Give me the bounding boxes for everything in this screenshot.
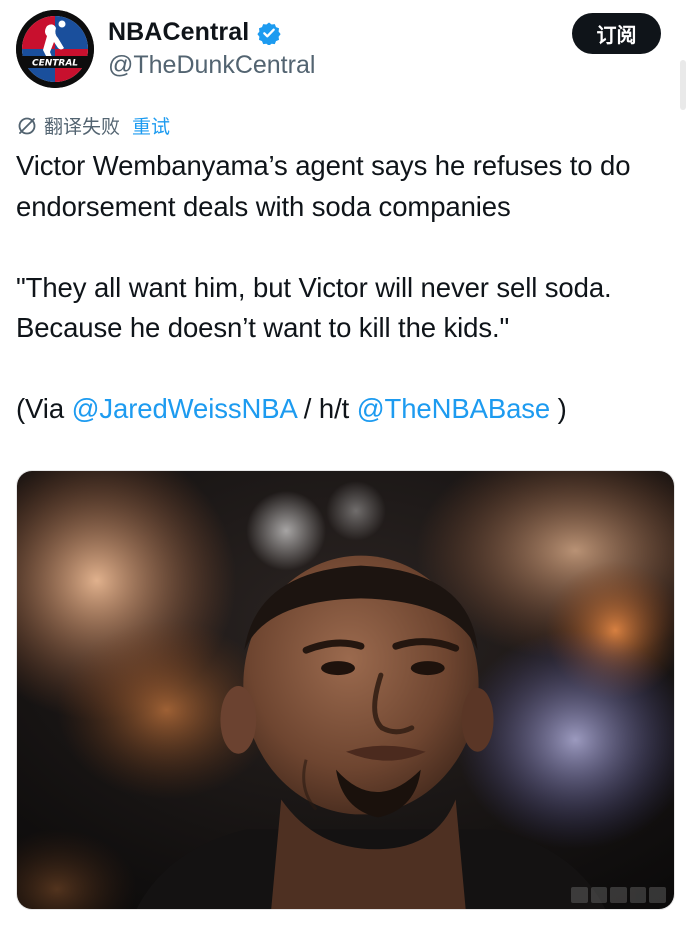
- nba-central-logo: CENTRAL: [16, 10, 94, 88]
- retry-link[interactable]: 重试: [132, 112, 170, 139]
- name-row: NBACentral: [108, 18, 281, 47]
- tweet-headline: Victor Wembanyama’s agent says he refuse…: [16, 150, 631, 222]
- account-handle[interactable]: @TheDunkCentral: [108, 51, 315, 80]
- verified-badge-icon: [257, 22, 281, 45]
- tweet-photo[interactable]: [16, 470, 675, 910]
- player-photo: [17, 471, 674, 909]
- tweet-text: Victor Wembanyama’s agent says he refuse…: [16, 146, 680, 430]
- subscribe-button[interactable]: 订阅: [572, 13, 661, 54]
- translation-status: 翻译失败 重试: [16, 112, 170, 139]
- display-name[interactable]: NBACentral: [108, 18, 249, 47]
- logo-text: CENTRAL: [32, 59, 78, 69]
- no-translate-icon: [18, 117, 36, 134]
- ht-text: / h/t: [296, 393, 357, 424]
- tweet-quote: "They all want him, but Victor will neve…: [16, 271, 612, 344]
- tweet-header: CENTRAL NBACentral @TheDunkCentral 订阅: [0, 0, 690, 110]
- mention-jaredweissnba[interactable]: @JaredWeissNBA: [72, 393, 297, 424]
- watermark: [571, 887, 666, 903]
- scroll-edge: [680, 60, 686, 110]
- translation-failed-text: 翻译失败: [44, 116, 121, 138]
- via-prefix: (Via: [16, 393, 72, 424]
- mention-thenbabase[interactable]: @TheNBABase: [357, 393, 551, 424]
- tweet-credits: (Via @JaredWeissNBA / h/t @TheNBABase ): [16, 389, 680, 430]
- avatar[interactable]: CENTRAL: [16, 10, 94, 88]
- via-suffix: ): [550, 393, 567, 424]
